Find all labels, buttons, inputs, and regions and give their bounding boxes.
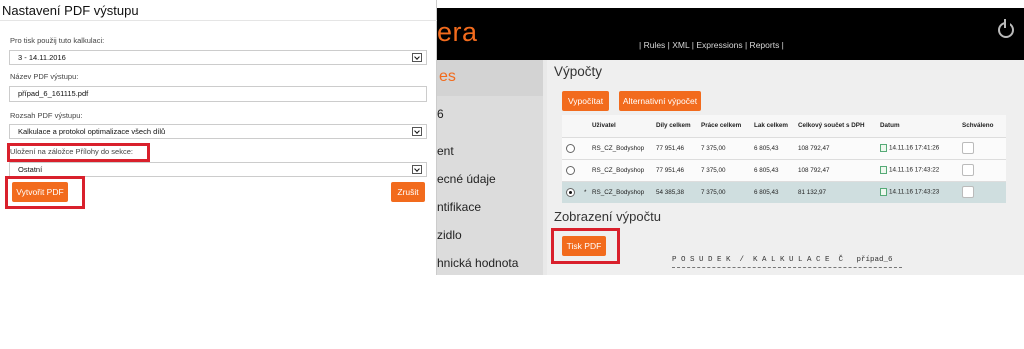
chevron-down-icon[interactable] [412,165,422,174]
cell-dily: 77 951,46 [652,136,697,159]
calculation-select[interactable]: 3 - 14.11.2016 [9,50,427,65]
pdf-scope-select[interactable]: Kalkulace a protokol optimalizace všech … [9,124,427,139]
table-header-row: Uživatel Díly celkem Práce celkem Lak ce… [562,115,1006,137]
calculations-panel: Výpočty Vypočítat Alternativní výpočet U… [547,60,1024,275]
calculations-title: Výpočty [554,64,603,79]
attachment-section-select-value: Ostatní [18,165,43,174]
dialog-title: Nastavení PDF výstupu [2,3,139,18]
report-divider [672,267,902,268]
cell-lak: 6 805,43 [750,180,794,203]
table-row-selected[interactable]: * RS_CZ_Bodyshop 54 385,38 7 375,00 6 80… [562,180,1006,203]
pdf-name-label: Název PDF výstupu: [10,72,79,81]
left-nav-heading: es [437,60,543,96]
left-nav-item[interactable]: ent [437,144,454,158]
calculation-select-value: 3 - 14.11.2016 [18,53,66,62]
calculate-button[interactable]: Vypočítat [562,91,609,111]
attachment-section-select[interactable]: Ostatní [9,162,427,177]
cell-date: 14.11.16 17:43:23 [889,188,940,196]
left-nav-item[interactable]: ntifikace [437,200,481,214]
edit-note-icon[interactable] [880,144,887,152]
dialog-divider [0,20,437,21]
row-radio[interactable] [566,143,575,153]
cell-prace: 7 375,00 [697,158,750,181]
cell-total: 108 792,47 [794,158,876,181]
cell-dily: 77 951,46 [652,158,697,181]
chevron-down-icon[interactable] [412,53,422,62]
col-date: Datum [876,115,958,137]
pdf-scope-label: Rozsah PDF výstupu: [10,111,83,120]
top-navigation[interactable]: | Rules | XML | Expressions | Reports | [639,40,784,50]
cell-user: RS_CZ_Bodyshop [588,136,652,159]
chevron-down-icon[interactable] [412,127,422,136]
pdf-name-input[interactable]: případ_6_161115.pdf [9,86,427,102]
highlight-box [551,228,620,264]
top-bar: era | Rules | XML | Expressions | Report… [437,8,1024,60]
edit-note-icon[interactable] [880,166,887,174]
left-nav-item[interactable]: ecné údaje [437,172,496,186]
cell-date: 14.11.16 17:43:22 [889,166,940,174]
cell-total: 108 792,47 [794,136,876,159]
left-nav-item[interactable]: hnická hodnota [437,256,518,270]
approved-checkbox[interactable] [962,142,974,154]
cell-lak: 6 805,43 [750,158,794,181]
cell-date: 14.11.16 17:41:26 [889,144,940,152]
cell-prace: 7 375,00 [697,180,750,203]
cell-dily: 54 385,38 [652,180,697,203]
cell-user: RS_CZ_Bodyshop [588,158,652,181]
col-prace: Práce celkem [697,115,750,137]
approved-checkbox[interactable] [962,186,974,199]
col-total: Celkový součet s DPH [794,115,876,137]
col-marker [580,115,588,137]
row-radio-selected[interactable] [566,187,575,197]
pdf-settings-dialog: Nastavení PDF výstupu Pro tisk použij tu… [0,0,437,275]
calculations-table: Uživatel Díly celkem Práce celkem Lak ce… [562,115,1006,203]
background-app: era | Rules | XML | Expressions | Report… [437,8,1024,275]
cell-prace: 7 375,00 [697,136,750,159]
pdf-scope-select-value: Kalkulace a protokol optimalizace všech … [18,127,166,136]
cell-user: RS_CZ_Bodyshop [588,180,652,203]
col-user: Uživatel [588,115,652,137]
calculation-view-title: Zobrazení výpočtu [554,209,661,224]
col-lak: Lak celkem [750,115,794,137]
approved-checkbox[interactable] [962,164,974,176]
col-approved: Schváleno [958,115,1006,137]
report-header: P O S U D E K / K A L K U L A C E Č příp… [672,256,893,264]
calculation-label: Pro tisk použij tuto kalkulaci: [10,36,105,45]
app-logo: era [437,17,478,47]
row-marker [580,136,588,159]
left-nav-item[interactable]: zidlo [437,228,462,242]
row-radio[interactable] [566,165,575,175]
highlight-box [5,176,85,209]
table-row[interactable]: RS_CZ_Bodyshop 77 951,46 7 375,00 6 805,… [562,158,1006,181]
power-icon[interactable] [998,19,1014,38]
row-marker [580,158,588,181]
cell-lak: 6 805,43 [750,136,794,159]
left-navigation: es 6 ent ecné údaje ntifikace zidlo hnic… [437,60,543,275]
left-nav-item[interactable]: 6 [437,107,444,121]
edit-note-icon[interactable] [880,188,887,197]
table-row[interactable]: RS_CZ_Bodyshop 77 951,46 7 375,00 6 805,… [562,136,1006,159]
row-marker: * [580,180,588,203]
screenshot-canvas: era | Rules | XML | Expressions | Report… [0,0,1024,349]
col-radio [562,115,580,137]
cancel-button[interactable]: Zrušit [391,182,425,202]
alternative-calculation-button[interactable]: Alternativní výpočet [619,91,701,111]
col-dily: Díly celkem [652,115,697,137]
highlight-box [7,143,150,162]
cell-total: 81 132,97 [794,180,876,203]
